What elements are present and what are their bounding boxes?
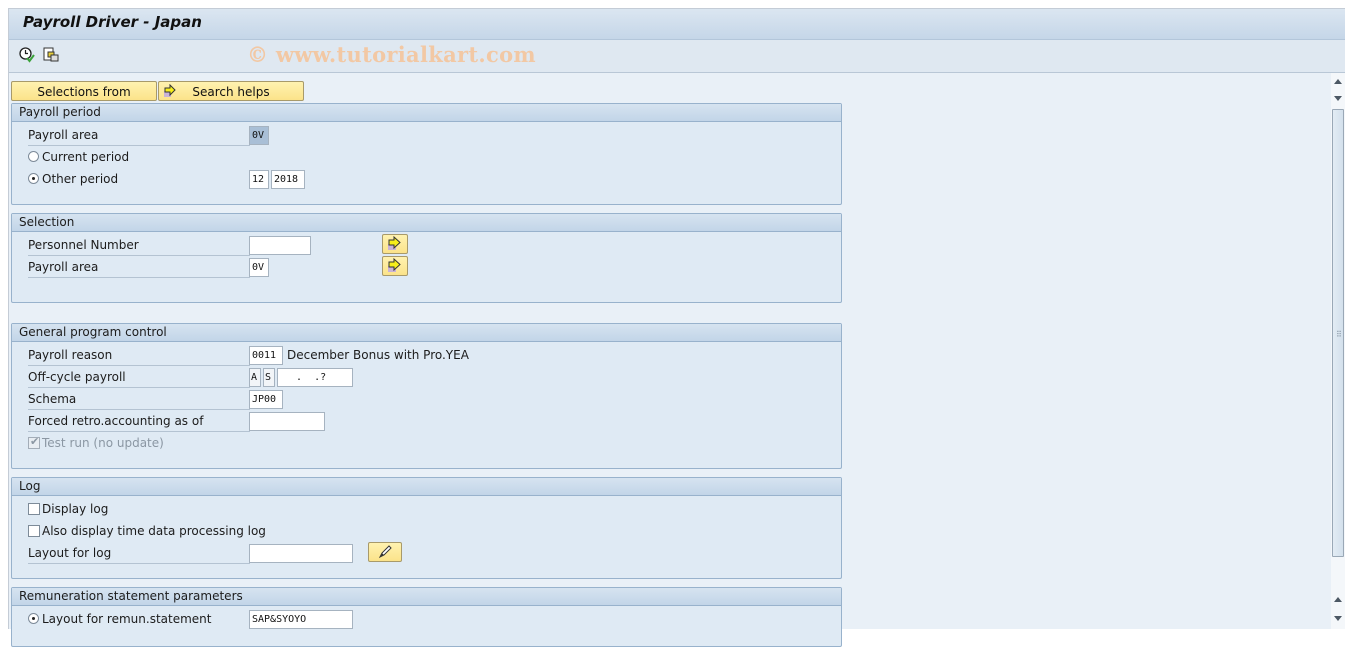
payroll-area-multiple-selection-button[interactable] bbox=[382, 256, 408, 276]
get-variant-icon[interactable] bbox=[42, 46, 60, 64]
pencil-icon bbox=[369, 545, 401, 564]
arrow-right-icon bbox=[383, 257, 407, 278]
forced-retro-field[interactable] bbox=[249, 412, 325, 431]
layout-log-field[interactable] bbox=[249, 544, 353, 563]
selections-from-button[interactable]: Selections from bbox=[11, 81, 157, 101]
row-schema: Schema JP00 bbox=[26, 390, 826, 410]
row-payroll-area: Payroll area 0V bbox=[26, 126, 826, 146]
schema-field[interactable]: JP00 bbox=[249, 390, 283, 409]
current-period-label: Current period bbox=[42, 150, 130, 164]
row-offcycle-payroll: Off-cycle payroll A S . .? bbox=[26, 368, 826, 388]
group-title: Log bbox=[12, 478, 841, 496]
watermark: © www.tutorialkart.com bbox=[247, 42, 536, 67]
other-period-label: Other period bbox=[42, 172, 119, 186]
personnel-number-field[interactable] bbox=[249, 236, 311, 255]
offcycle-a-field[interactable]: A bbox=[249, 368, 261, 387]
search-helps-button[interactable]: Search helps bbox=[158, 81, 304, 101]
display-log-label: Display log bbox=[42, 502, 109, 516]
display-log-checkbox[interactable] bbox=[28, 503, 40, 515]
title-bar: Payroll Driver - Japan bbox=[9, 9, 1345, 40]
payroll-area-label: Payroll area bbox=[28, 126, 250, 146]
personnel-number-multiple-selection-button[interactable] bbox=[382, 234, 408, 254]
year-field[interactable]: 2018 bbox=[271, 170, 305, 189]
payroll-reason-description: December Bonus with Pro.YEA bbox=[287, 348, 469, 362]
test-run-label: Test run (no update) bbox=[42, 436, 164, 450]
scrollbar-thumb[interactable]: ⠿ bbox=[1332, 109, 1344, 557]
group-selection: Selection Personnel Number Payroll area … bbox=[11, 213, 842, 303]
row-time-log: Also display time data processing log bbox=[26, 522, 426, 542]
checkmark-icon: ✔ bbox=[30, 435, 40, 448]
group-title: Payroll period bbox=[12, 104, 841, 122]
sap-window: Payroll Driver - Japan © www.tutorialkar… bbox=[8, 8, 1345, 647]
other-period-radio[interactable] bbox=[28, 173, 39, 184]
row-current-period: Current period bbox=[26, 148, 326, 168]
offcycle-s-field[interactable]: S bbox=[263, 368, 275, 387]
row-test-run: ✔ Test run (no update) bbox=[26, 434, 326, 454]
payroll-reason-label: Payroll reason bbox=[28, 346, 250, 366]
edit-layout-button[interactable] bbox=[368, 542, 402, 562]
row-payroll-reason: Payroll reason 0011 December Bonus with … bbox=[26, 346, 826, 366]
page-title: Payroll Driver - Japan bbox=[23, 13, 202, 31]
grip-icon: ⠿ bbox=[1336, 330, 1342, 339]
group-general-program-control: General program control Payroll reason 0… bbox=[11, 323, 842, 469]
arrow-right-icon bbox=[163, 83, 177, 104]
row-selection-payroll-area: Payroll area 0V bbox=[26, 256, 826, 278]
search-helps-label: Search helps bbox=[192, 85, 270, 99]
row-layout-log: Layout for log bbox=[26, 542, 826, 564]
schema-label: Schema bbox=[28, 390, 250, 410]
group-payroll-period: Payroll period Payroll area 0V Current p… bbox=[11, 103, 842, 205]
remun-layout-label: Layout for remun.statement bbox=[42, 612, 212, 626]
forced-retro-label: Forced retro.accounting as of bbox=[28, 412, 250, 432]
application-toolbar: © www.tutorialkart.com bbox=[9, 40, 1345, 73]
arrow-right-icon bbox=[383, 235, 407, 256]
time-log-checkbox[interactable] bbox=[28, 525, 40, 537]
row-forced-retro: Forced retro.accounting as of bbox=[26, 412, 826, 432]
scroll-up-icon[interactable] bbox=[1331, 75, 1345, 89]
group-log: Log Display log Also display time data p… bbox=[11, 477, 842, 579]
period-field[interactable]: 12 bbox=[249, 170, 269, 189]
execute-clock-icon[interactable] bbox=[18, 46, 36, 64]
test-run-checkbox[interactable]: ✔ bbox=[28, 435, 40, 449]
offcycle-payroll-label: Off-cycle payroll bbox=[28, 368, 250, 388]
time-log-label: Also display time data processing log bbox=[42, 524, 266, 538]
layout-log-label: Layout for log bbox=[28, 544, 250, 564]
personnel-number-label: Personnel Number bbox=[28, 236, 250, 256]
group-title: Selection bbox=[12, 214, 841, 232]
payroll-reason-field[interactable]: 0011 bbox=[249, 346, 283, 365]
row-personnel-number: Personnel Number bbox=[26, 234, 826, 256]
group-title: General program control bbox=[12, 324, 841, 342]
row-remun-layout: Layout for remun.statement SAP&SYOYO bbox=[26, 610, 826, 630]
scroll-page-down-icon[interactable] bbox=[1331, 611, 1345, 625]
selection-screen: Selections from Search helps Payroll per… bbox=[9, 73, 1331, 647]
remun-layout-radio[interactable] bbox=[28, 613, 39, 624]
group-remuneration-statement: Remuneration statement parameters Layout… bbox=[11, 587, 842, 647]
offcycle-date-field[interactable]: . .? bbox=[277, 368, 353, 387]
group-title: Remuneration statement parameters bbox=[12, 588, 841, 606]
scroll-page-up-icon[interactable] bbox=[1331, 593, 1345, 607]
selection-payroll-area-field[interactable]: 0V bbox=[249, 258, 269, 277]
current-period-radio[interactable] bbox=[28, 151, 39, 162]
payroll-area-label: Payroll area bbox=[28, 258, 250, 278]
payroll-area-field[interactable]: 0V bbox=[249, 126, 269, 145]
vertical-scrollbar[interactable]: ⠿ bbox=[1331, 73, 1345, 629]
remun-layout-field[interactable]: SAP&SYOYO bbox=[249, 610, 353, 629]
row-other-period: Other period 12 2018 bbox=[26, 170, 826, 190]
scroll-down-icon[interactable] bbox=[1331, 91, 1345, 105]
row-display-log: Display log bbox=[26, 500, 426, 520]
